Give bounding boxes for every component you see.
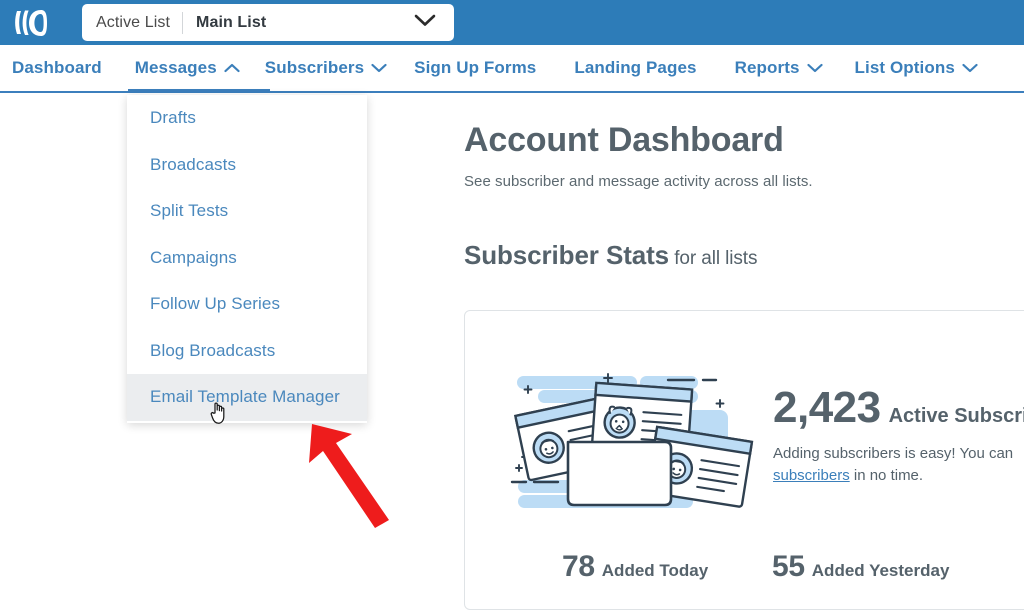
chevron-up-icon (224, 58, 240, 78)
menu-item-blog-broadcasts[interactable]: Blog Broadcasts (127, 328, 367, 375)
subscriber-cards-illustration (490, 358, 760, 538)
nav-item-label: List Options (854, 58, 955, 77)
menu-item-drafts[interactable]: Drafts (127, 95, 367, 142)
help-text-line1: Adding subscribers is easy! You can (773, 445, 1014, 462)
messages-dropdown-menu: Drafts Broadcasts Split Tests Campaigns … (127, 95, 367, 423)
menu-item-label: Broadcasts (150, 154, 237, 174)
chevron-down-icon (371, 58, 387, 78)
chevron-down-icon (806, 58, 823, 78)
chevron-down-icon (962, 58, 978, 78)
active-list-selector[interactable]: Active List Main List (82, 4, 454, 41)
active-list-value: Main List (196, 13, 267, 31)
active-list-label: Active List (96, 13, 171, 31)
nav-item-label: Messages (134, 58, 217, 77)
red-arrow-annotation-icon (290, 410, 410, 530)
top-header-bar: Active List Main List (0, 0, 1024, 45)
subscriber-help-text: Adding subscribers is easy! You can subs… (773, 443, 1024, 487)
added-yesterday-stat: 55 Added Yesterday (772, 550, 949, 584)
nav-item-label: Landing Pages (574, 58, 697, 77)
nav-item-dashboard[interactable]: Dashboard (0, 58, 135, 78)
menu-item-split-tests[interactable]: Split Tests (127, 188, 367, 235)
added-yesterday-label: Added Yesterday (811, 561, 950, 580)
nav-item-label: Subscribers (264, 58, 365, 77)
menu-item-follow-up-series[interactable]: Follow Up Series (127, 281, 367, 328)
help-text-tail: in no time. (849, 466, 924, 484)
nav-item-reports[interactable]: Reports (735, 58, 855, 78)
menu-item-label: Campaigns (150, 247, 237, 267)
added-today-label: Added Today (601, 561, 709, 580)
active-subscribers-value: 2,423 (773, 383, 881, 432)
added-today-stat: 78 Added Today (562, 550, 708, 584)
menu-item-broadcasts[interactable]: Broadcasts (127, 142, 367, 189)
nav-item-list-options[interactable]: List Options (855, 58, 978, 78)
nav-items-container: Dashboard Messages Subscribers Sign Up F… (0, 45, 978, 91)
nav-item-label: Reports (734, 58, 800, 77)
menu-item-label: Follow Up Series (150, 294, 281, 314)
import-subscribers-link[interactable]: subscribers (773, 467, 850, 484)
nav-item-landing-pages[interactable]: Landing Pages (574, 58, 734, 78)
menu-item-label: Email Template Manager (150, 387, 340, 407)
page-title: Account Dashboard (464, 121, 784, 159)
menu-item-label: Split Tests (150, 201, 229, 221)
menu-item-email-template-manager[interactable]: Email Template Manager (127, 374, 367, 421)
chevron-down-icon[interactable] (414, 14, 436, 32)
page-subtitle: See subscriber and message activity acro… (464, 172, 813, 190)
nav-item-subscribers[interactable]: Subscribers (265, 58, 414, 78)
menu-item-label: Blog Broadcasts (150, 340, 276, 360)
active-subscribers-stat: 2,423 Active Subscribers (773, 383, 1024, 433)
nav-active-indicator (128, 89, 270, 93)
main-content: Account Dashboard See subscriber and mes… (464, 120, 1024, 271)
nav-item-sign-up-forms[interactable]: Sign Up Forms (414, 58, 574, 78)
nav-item-messages[interactable]: Messages (135, 58, 265, 78)
added-today-value: 78 (562, 550, 595, 583)
active-subscribers-label: Active Subscribers (888, 405, 1024, 427)
menu-item-campaigns[interactable]: Campaigns (127, 235, 367, 282)
section-heading-strong: Subscriber Stats (464, 239, 670, 270)
section-heading: Subscriber Stats for all lists (464, 240, 1024, 271)
aweber-logo-icon[interactable] (11, 6, 51, 40)
nav-item-label: Dashboard (12, 58, 102, 77)
added-yesterday-value: 55 (772, 550, 805, 583)
menu-item-label: Drafts (150, 108, 196, 128)
nav-item-label: Sign Up Forms (414, 58, 537, 77)
section-heading-light: for all lists (669, 247, 758, 269)
